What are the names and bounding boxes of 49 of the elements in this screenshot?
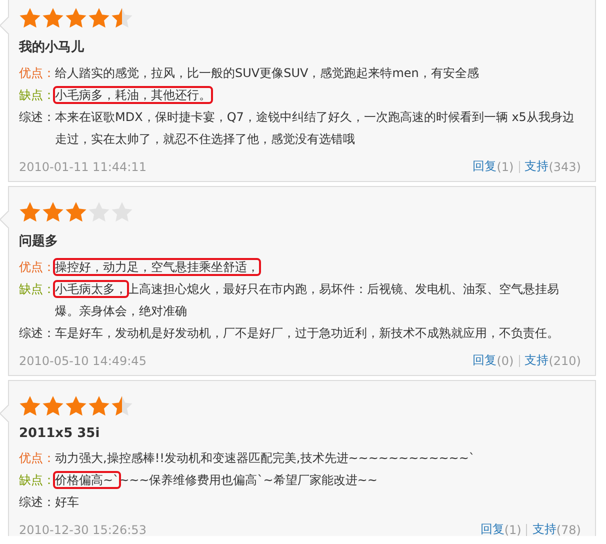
review-date: 2010-05-10 14:49:45 xyxy=(19,354,146,368)
star-icon xyxy=(42,7,64,29)
review-title: 问题多 xyxy=(19,233,59,250)
review-text: 小毛病多，耗油，其他还行。 xyxy=(55,87,212,104)
review-title: 我的小马儿 xyxy=(19,39,85,56)
star-icon xyxy=(42,395,64,417)
cons-label: 缺点： xyxy=(19,281,55,298)
star-icon xyxy=(88,201,110,223)
cons-label: 缺点： xyxy=(19,87,55,104)
star-icon xyxy=(111,395,133,417)
pros-label: 优点： xyxy=(19,65,55,82)
support-count: (78) xyxy=(556,522,581,536)
pros-label: 优点： xyxy=(19,450,55,467)
summary-label: 综述： xyxy=(19,325,55,342)
star-icon xyxy=(65,395,87,417)
review-text: 价格偏高~`~~~保养维修费用也偏高`~希望厂家能改进~~ xyxy=(55,472,378,489)
reply-count: (0) xyxy=(496,354,514,368)
star-icon xyxy=(19,395,41,417)
review-date: 2010-01-11 11:44:11 xyxy=(19,160,146,174)
review-text: 给人踏实的感觉，拉风，比一般的SUV更像SUV，感觉跑起来特men，有安全感 xyxy=(55,65,480,82)
star-icon xyxy=(65,201,87,223)
support-count: (343) xyxy=(548,160,581,174)
support-link[interactable]: 支持 xyxy=(532,521,556,536)
star-icon xyxy=(19,201,41,223)
support-link[interactable]: 支持 xyxy=(524,352,549,369)
support-link[interactable]: 支持 xyxy=(524,158,549,175)
reply-link[interactable]: 回复 xyxy=(472,158,497,175)
summary-text: 本来在讴歌MDX，保时捷卡宴，Q7，途锐中纠结了好久，一次跑高速的时候看到一辆 x5从我身边走过，实在太帅了，就忍不住选择了他，感觉没有选错哦 xyxy=(55,109,576,148)
summary-text: 好车 xyxy=(55,494,80,511)
review-text: 操控好，动力足，空气悬挂乘坐舒适， xyxy=(55,259,260,276)
star-icon xyxy=(88,7,110,29)
reply-count: (1) xyxy=(504,522,522,536)
star-icon xyxy=(88,395,110,417)
review-title: 2011x5 35i xyxy=(19,426,101,441)
reply-count: (1) xyxy=(496,160,514,174)
star-icon xyxy=(19,7,41,29)
review-date: 2010-12-30 15:26:53 xyxy=(19,522,146,536)
review-text: 动力强大,操控感棒!!发动机和变速器匹配完美,技术先进~~~~~~~~~~~~` xyxy=(55,450,476,467)
star-icon xyxy=(42,201,64,223)
support-count: (210) xyxy=(548,354,581,368)
summary-label: 综述： xyxy=(19,494,55,511)
summary-label: 综述： xyxy=(19,109,55,126)
pros-label: 优点： xyxy=(19,259,55,276)
summary-text: 车是好车，发动机是好发动机，厂不是好厂，过于急功近利，新技术不成熟就应用，不负责任。 xyxy=(55,325,560,342)
star-icon xyxy=(65,7,87,29)
reply-link[interactable]: 回复 xyxy=(480,521,504,536)
star-icon xyxy=(111,7,133,29)
reply-link[interactable]: 回复 xyxy=(472,352,497,369)
cons-label: 缺点： xyxy=(19,472,55,489)
